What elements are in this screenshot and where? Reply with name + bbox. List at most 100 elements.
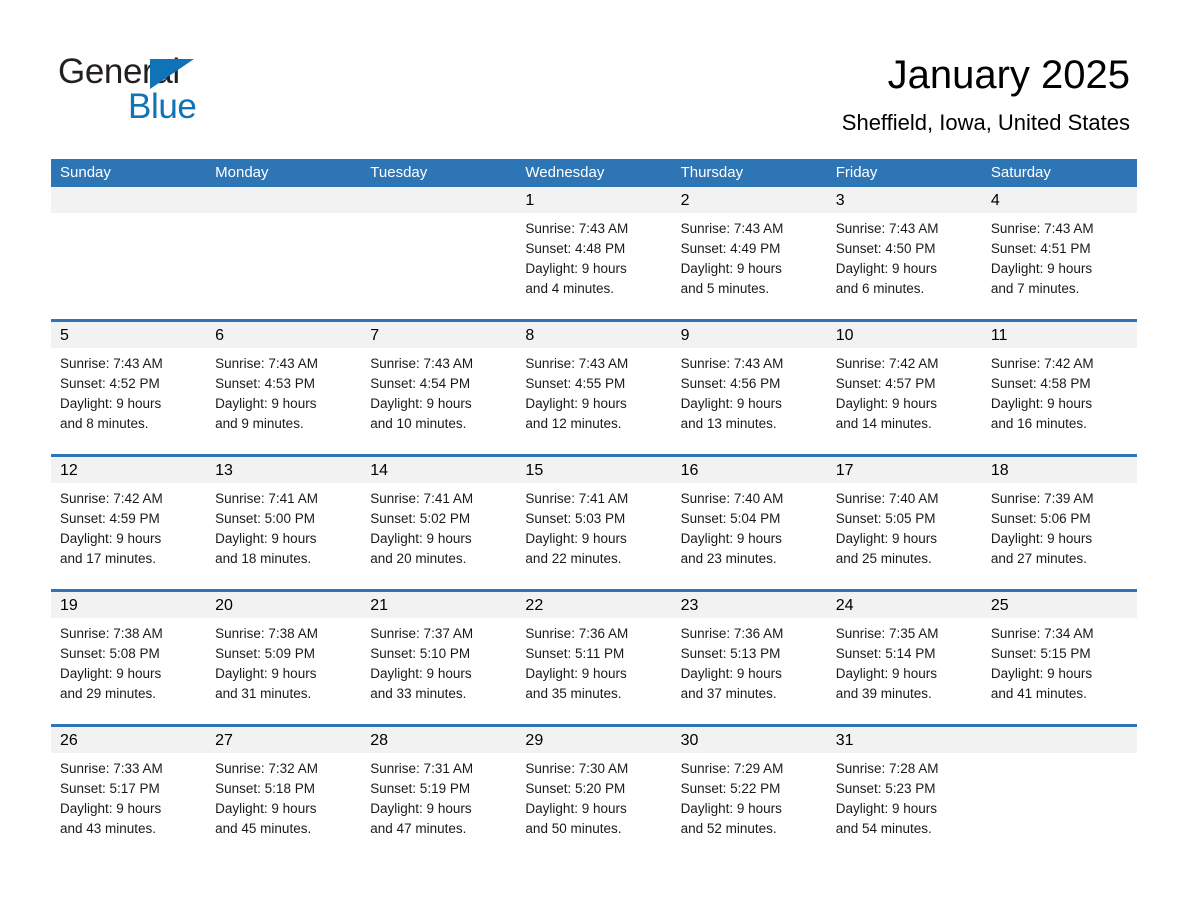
sunrise-text: Sunrise: 7:39 AM [990, 491, 1094, 506]
day-info: Sunrise: 7:30 AM Sunset: 5:20 PM Dayligh… [516, 753, 671, 839]
sunrise-text: Sunrise: 7:28 AM [835, 761, 939, 776]
sunset-text: Sunset: 4:55 PM [525, 376, 626, 391]
day-cell[interactable]: 23 Sunrise: 7:36 AM Sunset: 5:13 PM Dayl… [671, 592, 827, 724]
day-cell[interactable]: 9 Sunrise: 7:43 AM Sunset: 4:56 PM Dayli… [671, 322, 827, 454]
page-title: January 2025 [887, 53, 1130, 97]
day-cell[interactable]: 11 Sunrise: 7:42 AM Sunset: 4:58 PM Dayl… [981, 322, 1137, 454]
day-cell[interactable]: 15 Sunrise: 7:41 AM Sunset: 5:03 PM Dayl… [516, 457, 672, 589]
day-cell[interactable]: 8 Sunrise: 7:43 AM Sunset: 4:55 PM Dayli… [516, 322, 672, 454]
sunset-text: Sunset: 5:19 PM [370, 781, 471, 796]
day-cell[interactable]: 28 Sunrise: 7:31 AM Sunset: 5:19 PM Dayl… [361, 727, 517, 859]
sunset-text: Sunset: 5:05 PM [835, 511, 936, 526]
daylight-text-line1: Daylight: 9 hours [835, 666, 938, 681]
daylight-text-line2: and 43 minutes. [60, 821, 157, 836]
day-cell[interactable]: 2 Sunrise: 7:43 AM Sunset: 4:49 PM Dayli… [671, 187, 827, 319]
daylight-text-line2: and 7 minutes. [990, 281, 1080, 296]
day-info: Sunrise: 7:31 AM Sunset: 5:19 PM Dayligh… [361, 753, 516, 839]
day-cell[interactable]: 12 Sunrise: 7:42 AM Sunset: 4:59 PM Dayl… [51, 457, 207, 589]
day-info: Sunrise: 7:33 AM Sunset: 5:17 PM Dayligh… [51, 753, 206, 839]
daylight-text-line2: and 39 minutes. [835, 686, 932, 701]
sunrise-text: Sunrise: 7:42 AM [990, 356, 1094, 371]
day-cell[interactable]: 16 Sunrise: 7:40 AM Sunset: 5:04 PM Dayl… [671, 457, 827, 589]
day-cell[interactable]: 30 Sunrise: 7:29 AM Sunset: 5:22 PM Dayl… [671, 727, 827, 859]
day-number: 11 [981, 322, 1137, 348]
weekday-header-monday: Monday [215, 164, 269, 181]
day-cell[interactable] [51, 187, 207, 319]
day-cell[interactable]: 24 Sunrise: 7:35 AM Sunset: 5:14 PM Dayl… [826, 592, 982, 724]
sunrise-text: Sunrise: 7:43 AM [680, 221, 784, 236]
day-cell[interactable]: 7 Sunrise: 7:43 AM Sunset: 4:54 PM Dayli… [361, 322, 517, 454]
day-cell[interactable]: 25 Sunrise: 7:34 AM Sunset: 5:15 PM Dayl… [981, 592, 1137, 724]
day-cell[interactable] [981, 727, 1137, 859]
day-info: Sunrise: 7:43 AM Sunset: 4:51 PM Dayligh… [982, 213, 1137, 299]
daylight-text-line1: Daylight: 9 hours [60, 801, 162, 816]
sunset-text: Sunset: 5:09 PM [215, 646, 315, 661]
sunset-text: Sunset: 4:50 PM [835, 241, 936, 256]
day-info [206, 213, 361, 219]
day-cell[interactable]: 13 Sunrise: 7:41 AM Sunset: 5:00 PM Dayl… [206, 457, 362, 589]
day-number: 14 [361, 457, 517, 483]
daylight-text-line2: and 9 minutes. [215, 416, 304, 431]
day-info: Sunrise: 7:42 AM Sunset: 4:58 PM Dayligh… [982, 348, 1137, 434]
day-cell[interactable]: 5 Sunrise: 7:43 AM Sunset: 4:52 PM Dayli… [51, 322, 207, 454]
day-number: 13 [206, 457, 362, 483]
daylight-text-line2: and 31 minutes. [215, 686, 312, 701]
day-number [51, 187, 207, 213]
day-number [981, 727, 1137, 753]
day-cell[interactable]: 17 Sunrise: 7:40 AM Sunset: 5:05 PM Dayl… [826, 457, 982, 589]
sunrise-text: Sunrise: 7:43 AM [215, 356, 318, 371]
day-cell[interactable]: 22 Sunrise: 7:36 AM Sunset: 5:11 PM Dayl… [516, 592, 672, 724]
week-row: 5 Sunrise: 7:43 AM Sunset: 4:52 PM Dayli… [51, 319, 1137, 454]
day-cell[interactable]: 4 Sunrise: 7:43 AM Sunset: 4:51 PM Dayli… [981, 187, 1137, 319]
sunrise-text: Sunrise: 7:41 AM [370, 491, 474, 506]
sunrise-text: Sunrise: 7:43 AM [60, 356, 163, 371]
sunset-text: Sunset: 4:57 PM [835, 376, 936, 391]
day-info: Sunrise: 7:35 AM Sunset: 5:14 PM Dayligh… [827, 618, 982, 704]
daylight-text-line2: and 10 minutes. [370, 416, 467, 431]
sunset-text: Sunset: 5:17 PM [60, 781, 160, 796]
day-info: Sunrise: 7:43 AM Sunset: 4:53 PM Dayligh… [206, 348, 361, 434]
sunset-text: Sunset: 4:58 PM [990, 376, 1091, 391]
day-cell[interactable]: 18 Sunrise: 7:39 AM Sunset: 5:06 PM Dayl… [981, 457, 1137, 589]
sunrise-text: Sunrise: 7:41 AM [525, 491, 629, 506]
day-number: 5 [51, 322, 207, 348]
daylight-text-line1: Daylight: 9 hours [990, 261, 1093, 276]
day-info: Sunrise: 7:43 AM Sunset: 4:54 PM Dayligh… [361, 348, 516, 434]
sunset-text: Sunset: 5:00 PM [215, 511, 315, 526]
day-cell[interactable]: 3 Sunrise: 7:43 AM Sunset: 4:50 PM Dayli… [826, 187, 982, 319]
day-cell[interactable]: 21 Sunrise: 7:37 AM Sunset: 5:10 PM Dayl… [361, 592, 517, 724]
day-cell[interactable] [206, 187, 362, 319]
weekday-header-friday: Friday [835, 164, 878, 181]
daylight-text-line1: Daylight: 9 hours [680, 531, 782, 546]
daylight-text-line1: Daylight: 9 hours [835, 531, 938, 546]
day-cell[interactable]: 19 Sunrise: 7:38 AM Sunset: 5:08 PM Dayl… [51, 592, 207, 724]
day-number: 10 [826, 322, 982, 348]
daylight-text-line2: and 22 minutes. [525, 551, 622, 566]
general-blue-logo[interactable]: General Blue [58, 52, 318, 132]
weekday-header-saturday: Saturday [990, 164, 1051, 181]
day-cell[interactable]: 14 Sunrise: 7:41 AM Sunset: 5:02 PM Dayl… [361, 457, 517, 589]
day-cell[interactable]: 29 Sunrise: 7:30 AM Sunset: 5:20 PM Dayl… [516, 727, 672, 859]
day-cell[interactable]: 10 Sunrise: 7:42 AM Sunset: 4:57 PM Dayl… [826, 322, 982, 454]
day-cell[interactable]: 31 Sunrise: 7:28 AM Sunset: 5:23 PM Dayl… [826, 727, 982, 859]
daylight-text-line1: Daylight: 9 hours [370, 531, 472, 546]
daylight-text-line1: Daylight: 9 hours [525, 261, 627, 276]
day-cell[interactable] [361, 187, 517, 319]
day-cell[interactable]: 20 Sunrise: 7:38 AM Sunset: 5:09 PM Dayl… [206, 592, 362, 724]
daylight-text-line1: Daylight: 9 hours [215, 396, 317, 411]
day-number: 16 [671, 457, 827, 483]
sunset-text: Sunset: 4:54 PM [370, 376, 471, 391]
day-cell[interactable]: 6 Sunrise: 7:43 AM Sunset: 4:53 PM Dayli… [206, 322, 362, 454]
day-cell[interactable]: 1 Sunrise: 7:43 AM Sunset: 4:48 PM Dayli… [516, 187, 672, 319]
daylight-text-line2: and 8 minutes. [60, 416, 149, 431]
day-info: Sunrise: 7:32 AM Sunset: 5:18 PM Dayligh… [206, 753, 361, 839]
sunrise-text: Sunrise: 7:32 AM [215, 761, 318, 776]
day-cell[interactable]: 26 Sunrise: 7:33 AM Sunset: 5:17 PM Dayl… [51, 727, 207, 859]
day-cell[interactable]: 27 Sunrise: 7:32 AM Sunset: 5:18 PM Dayl… [206, 727, 362, 859]
daylight-text-line2: and 27 minutes. [990, 551, 1087, 566]
daylight-text-line1: Daylight: 9 hours [60, 666, 162, 681]
sunrise-text: Sunrise: 7:41 AM [215, 491, 318, 506]
daylight-text-line1: Daylight: 9 hours [60, 531, 162, 546]
daylight-text-line1: Daylight: 9 hours [990, 531, 1093, 546]
day-info [982, 753, 1137, 759]
